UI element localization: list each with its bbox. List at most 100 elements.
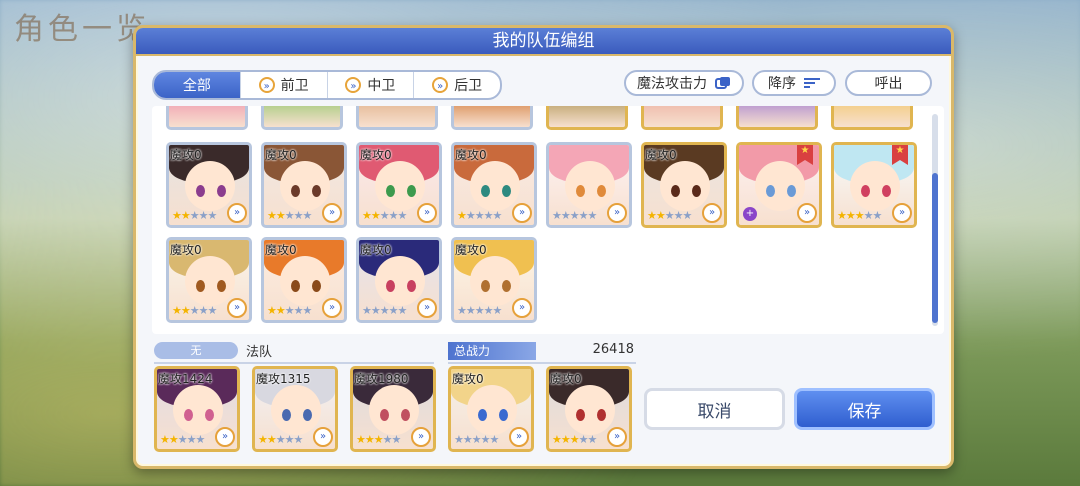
- star-icon: ★: [284, 433, 295, 446]
- star-icon: ★: [388, 304, 399, 317]
- recall-button[interactable]: 呼出: [845, 70, 932, 96]
- portrait-face: [185, 256, 235, 306]
- star-icon: ★: [578, 209, 589, 222]
- portrait-face: [185, 161, 235, 211]
- star-icon: ★: [397, 209, 408, 222]
- character-card[interactable]: 魔攻0 ★★★★★»: [166, 142, 252, 228]
- star-rating: ★★★★★: [552, 209, 597, 222]
- character-card-partial[interactable]: [736, 106, 818, 130]
- tab-middle[interactable]: » 中卫: [326, 72, 414, 98]
- team-role-badge: 无: [154, 342, 238, 359]
- background-title: 角色一览: [14, 12, 150, 47]
- portrait-eye: [576, 185, 585, 197]
- portrait-face: [369, 385, 419, 435]
- star-icon: ★: [198, 209, 209, 222]
- portrait-eye: [401, 409, 410, 421]
- position-chevron-icon: »: [512, 298, 532, 318]
- portrait-eye: [481, 185, 490, 197]
- sort-criterion-button[interactable]: 魔法攻击力: [624, 70, 744, 96]
- star-icon: ★: [172, 304, 182, 317]
- magic-attack-label: 魔攻1315: [256, 372, 311, 386]
- star-icon: ★: [258, 433, 268, 446]
- portrait-face: [375, 161, 425, 211]
- star-icon: ★: [474, 209, 485, 222]
- character-card-partial[interactable]: [356, 106, 438, 130]
- grid-scrollbar-thumb[interactable]: [932, 173, 938, 323]
- position-chevron-icon: »: [411, 427, 431, 447]
- portrait-eye: [692, 185, 701, 197]
- tab-label: 前卫: [280, 78, 309, 94]
- team-member-slot[interactable]: 魔攻1980 ★★★★★»: [350, 366, 436, 452]
- sort-order-button[interactable]: 降序: [752, 70, 836, 96]
- character-card-partial[interactable]: [166, 106, 248, 130]
- character-card[interactable]: 魔攻0 ★★★★★»: [356, 237, 442, 323]
- portrait-eye: [407, 185, 416, 197]
- star-icon: ★: [845, 209, 856, 222]
- tab-label: 后卫: [454, 78, 483, 94]
- magic-attack-label: 魔攻0: [455, 148, 487, 162]
- star-icon: ★: [569, 433, 580, 446]
- star-icon: ★: [189, 304, 200, 317]
- position-filter: 全部 » 前卫 » 中卫 » 后卫: [152, 70, 502, 100]
- portrait-face: [470, 161, 520, 211]
- star-icon: ★: [465, 209, 476, 222]
- magic-attack-label: 魔攻0: [265, 243, 297, 257]
- tab-back[interactable]: » 后卫: [413, 72, 500, 98]
- portrait-eye: [787, 185, 796, 197]
- character-card[interactable]: + ★»: [736, 142, 822, 228]
- character-card[interactable]: ★★★★★ ★ »: [831, 142, 917, 228]
- team-member-slot[interactable]: 魔攻1424 ★★★★★»: [154, 366, 240, 452]
- character-card[interactable]: 魔攻0 ★★★★★»: [451, 142, 537, 228]
- star-icon: ★: [180, 304, 191, 317]
- character-grid[interactable]: 魔攻0 ★★★★★» 魔攻0 ★★★★★» 魔攻0 ★★★★★» 魔攻0 ★★★★★» ★★★★…: [152, 106, 944, 334]
- character-card[interactable]: 魔攻0 ★★★★★»: [166, 237, 252, 323]
- character-card-partial[interactable]: [261, 106, 343, 130]
- tab-all[interactable]: 全部: [154, 72, 240, 98]
- portrait-eye: [861, 185, 870, 197]
- portrait-eye: [882, 185, 891, 197]
- star-icon: ★: [474, 304, 485, 317]
- position-chevron-icon: »: [417, 298, 437, 318]
- character-card[interactable]: 魔攻0 ★★★★★»: [641, 142, 727, 228]
- star-icon: ★: [177, 433, 188, 446]
- character-card-partial[interactable]: [546, 106, 628, 130]
- star-icon: ★: [293, 304, 304, 317]
- portrait-eye: [291, 280, 300, 292]
- character-card[interactable]: 魔攻0 ★★★★★»: [451, 237, 537, 323]
- star-icon: ★: [655, 209, 666, 222]
- portrait-face: [271, 385, 321, 435]
- character-card[interactable]: 魔攻0 ★★★★★»: [261, 142, 347, 228]
- magic-attack-label: 魔攻0: [170, 243, 202, 257]
- star-icon: ★: [578, 433, 589, 446]
- position-chevron-icon: »: [215, 427, 235, 447]
- portrait-face: [565, 161, 615, 211]
- portrait-eye: [217, 185, 226, 197]
- team-member-slot[interactable]: 魔攻1315 ★★★★★»: [252, 366, 338, 452]
- character-card-partial[interactable]: [831, 106, 913, 130]
- portrait-face: [470, 256, 520, 306]
- star-rating: ★★★★★: [362, 209, 408, 222]
- character-card-partial[interactable]: [641, 106, 723, 130]
- character-card[interactable]: ★★★★★»: [546, 142, 632, 228]
- star-rating: ★★★★★: [837, 209, 882, 222]
- star-icon: ★: [284, 304, 295, 317]
- team-member-slot[interactable]: 魔攻0 ★★★★★»: [448, 366, 534, 452]
- character-card[interactable]: 魔攻0 ★★★★★»: [356, 142, 442, 228]
- star-rating: ★★★★★: [454, 433, 499, 446]
- portrait-eye: [407, 280, 416, 292]
- save-button[interactable]: 保存: [794, 388, 935, 430]
- team-member-slot[interactable]: 魔攻0 ★★★★★»: [546, 366, 632, 452]
- star-icon: ★: [172, 209, 182, 222]
- character-card-partial[interactable]: [451, 106, 533, 130]
- tab-front[interactable]: » 前卫: [239, 72, 327, 98]
- portrait-eye: [217, 280, 226, 292]
- star-rating: ★★★★★: [172, 209, 217, 222]
- chevron-icon: »: [432, 77, 449, 93]
- star-icon: ★: [664, 209, 675, 222]
- team-name[interactable]: 法队: [246, 341, 272, 360]
- portrait-eye: [205, 409, 214, 421]
- character-card[interactable]: 魔攻0 ★★★★★»: [261, 237, 347, 323]
- cancel-button[interactable]: 取消: [644, 388, 785, 430]
- position-chevron-icon: »: [322, 298, 342, 318]
- star-icon: ★: [552, 209, 562, 222]
